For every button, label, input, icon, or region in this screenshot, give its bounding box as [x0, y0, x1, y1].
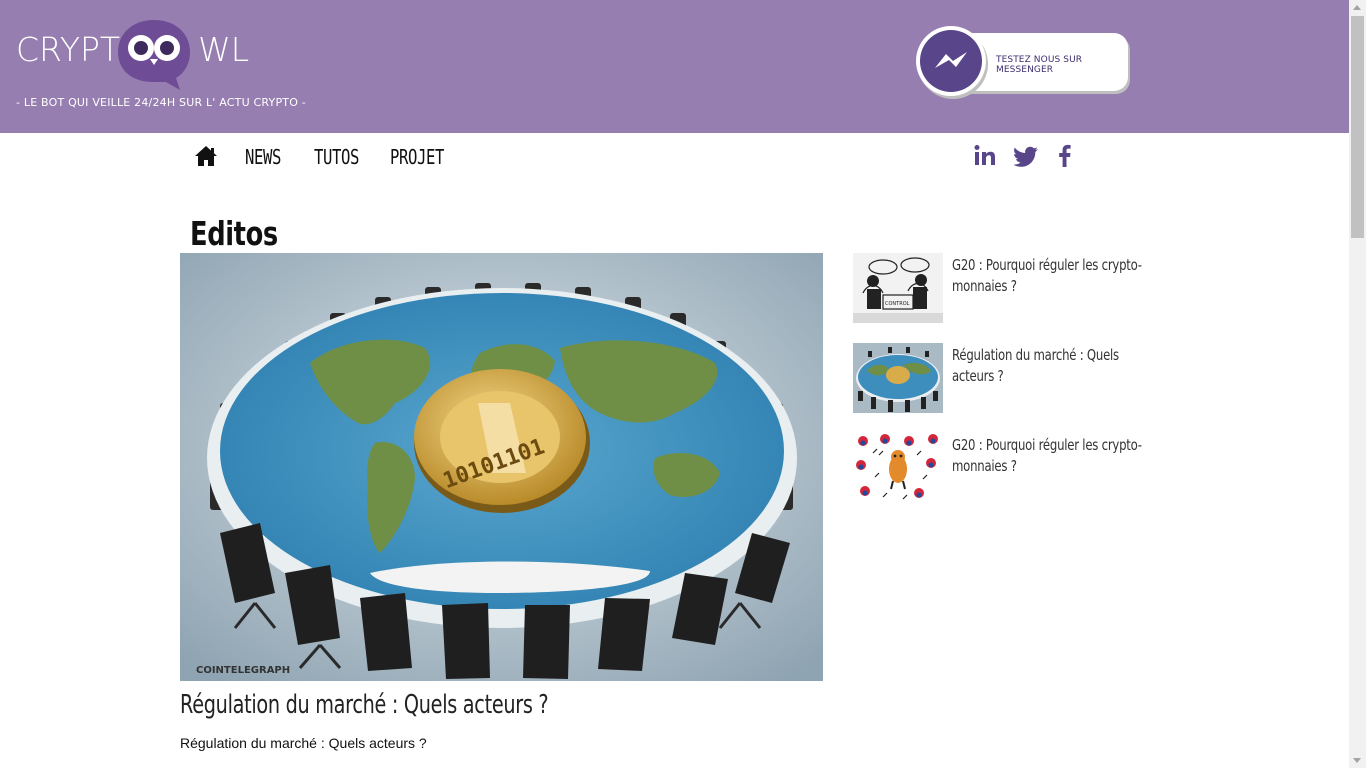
hero-image[interactable]: 10101101 COINTELEGRAPH [180, 253, 823, 681]
site-tagline: - LE BOT QUI VEILLE 24/24H SUR L' ACTU C… [16, 96, 306, 109]
sidebar-article-title[interactable]: G20 : Pourquoi réguler les crypto-monnai… [952, 435, 1155, 477]
section-title: Editos [190, 214, 278, 253]
nav-item-tutos[interactable]: TUTOS [314, 145, 359, 169]
messenger-label: TESTEZ NOUS SUR MESSENGER [996, 55, 1083, 75]
page-scrollbar[interactable] [1349, 0, 1366, 768]
main-nav: NEWS TUTOS PROJET [180, 133, 1140, 183]
linkedin-icon[interactable] [972, 143, 998, 169]
site-header: CRYPT WL - LE BOT QUI VEILLE 24/24H SUR L… [0, 0, 1349, 133]
home-icon[interactable] [194, 145, 218, 167]
messenger-icon [935, 52, 967, 68]
article-thumbnail[interactable] [853, 433, 943, 503]
sidebar-article[interactable]: CONTROL G20 : Pourquoi réguler les crypt… [853, 253, 1153, 323]
logo-text-right: WL [198, 30, 250, 69]
logo-text-left: CRYPT [16, 30, 121, 69]
article-thumbnail[interactable] [853, 343, 943, 413]
hero-watermark: COINTELEGRAPH [196, 665, 290, 676]
facebook-icon[interactable] [1052, 143, 1078, 169]
twitter-icon[interactable] [1014, 143, 1040, 169]
scroll-up-arrow-icon[interactable] [1353, 5, 1361, 10]
hero-illustration: 10101101 COINTELEGRAPH [180, 253, 823, 681]
site-logo[interactable]: CRYPT WL [16, 14, 276, 94]
messenger-button[interactable]: TESTEZ NOUS SUR MESSENGER [916, 26, 1130, 98]
nav-item-projet[interactable]: PROJET [390, 145, 444, 169]
article-thumbnail[interactable]: CONTROL [853, 253, 943, 323]
logo-wordmark: CRYPT WL [16, 30, 249, 69]
sidebar-article[interactable]: Régulation du marché : Quels acteurs ? [853, 343, 1153, 413]
messenger-circle [916, 26, 986, 96]
sidebar-article-title[interactable]: Régulation du marché : Quels acteurs ? [952, 345, 1155, 387]
sidebar-article[interactable]: G20 : Pourquoi réguler les crypto-monnai… [853, 433, 1153, 503]
hero-excerpt: Régulation du marché : Quels acteurs ? [180, 735, 427, 751]
scrollbar-thumb[interactable] [1351, 16, 1364, 238]
hero-title[interactable]: Régulation du marché : Quels acteurs ? [180, 690, 549, 720]
scroll-down-arrow-icon[interactable] [1353, 758, 1361, 763]
nav-item-news[interactable]: NEWS [245, 145, 281, 169]
thumb-label: CONTROL [885, 301, 910, 307]
sidebar-article-title[interactable]: G20 : Pourquoi réguler les crypto-monnai… [952, 255, 1155, 297]
